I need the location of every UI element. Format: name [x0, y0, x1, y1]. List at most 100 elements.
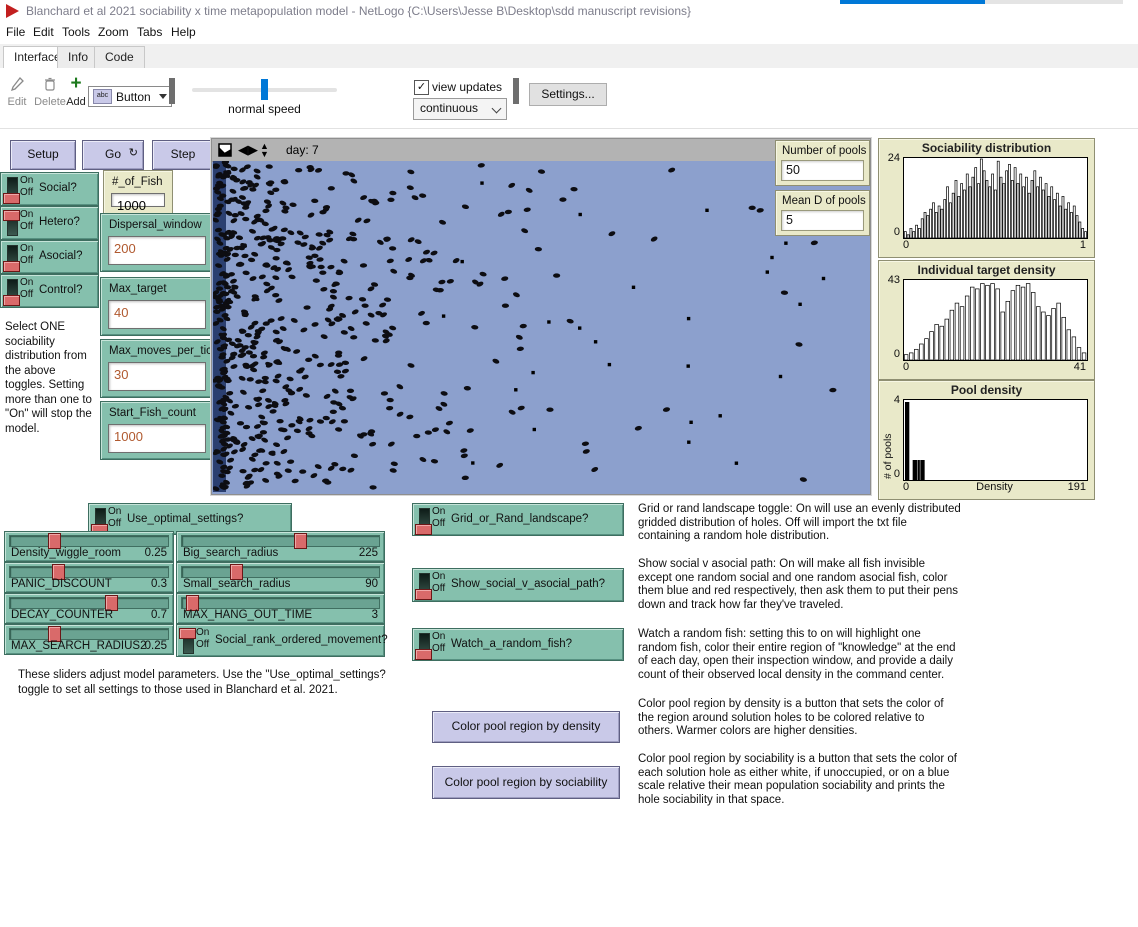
monitor-value: 50	[786, 163, 800, 177]
toggle-knob[interactable]	[3, 193, 20, 204]
top-progress-track	[985, 0, 1123, 4]
simulation-canvas[interactable]	[213, 161, 867, 492]
input-label: Start_Fish_count	[109, 407, 196, 419]
toggle-note: Select ONE sociability distribution from…	[5, 320, 97, 436]
view-resize-icon[interactable]	[218, 143, 232, 161]
slider-big-search-radius[interactable]: Big_search_radius225	[176, 531, 385, 562]
slider-density-wiggle-room[interactable]: Density_wiggle_room0.25	[4, 531, 174, 562]
toggle-knob[interactable]	[415, 524, 432, 535]
toggle-grid-or-rand-landscape[interactable]: OnOffGrid_or_Rand_landscape?	[412, 503, 624, 536]
color-pool-region-by-sociability-button[interactable]: Color pool region by sociability	[432, 766, 620, 799]
view-horizontal-cycle-icon[interactable]: ◀▶	[238, 142, 258, 158]
input-value: 1000	[117, 198, 146, 213]
tab-code[interactable]: Code	[94, 46, 145, 68]
slider-track[interactable]	[181, 535, 380, 547]
input-field[interactable]: 200	[108, 236, 206, 265]
slider-small-search-radius[interactable]: Small_search_radius90	[176, 562, 385, 593]
slider-value: 225	[359, 547, 378, 559]
input-field[interactable]: 1000	[108, 424, 206, 453]
sliders-note: These sliders adjust model parameters. U…	[18, 668, 408, 697]
settings-button[interactable]: Settings...	[529, 83, 607, 106]
monitor-value-box: 5	[781, 210, 864, 231]
input-dispersal-window[interactable]: Dispersal_window200	[100, 213, 214, 272]
menu-file[interactable]: File	[6, 25, 25, 39]
view-updates-checkbox[interactable]: ✓	[414, 80, 429, 95]
slider-value: 0.7	[151, 609, 167, 621]
toggle-knob[interactable]	[179, 628, 196, 639]
menu-help[interactable]: Help	[171, 25, 196, 39]
slider-max-hang-out-time[interactable]: MAX_HANG_OUT_TIME3	[176, 593, 385, 624]
toggle-label: Asocial?	[39, 250, 82, 262]
pencil-icon	[4, 76, 30, 94]
monitor-value-box: 50	[781, 160, 864, 181]
view-header: ◀▶ ▲▼ day: 7	[212, 139, 870, 162]
toggle-hetero[interactable]: OnOffHetero?	[0, 206, 99, 240]
toggle-knob[interactable]	[415, 649, 432, 660]
input-label: #_of_Fish	[112, 176, 163, 188]
tab-bar: Interface Info Code	[0, 44, 1138, 69]
toggle-label: Social_rank_ordered_movement?	[215, 634, 388, 646]
window-title: Blanchard et al 2021 sociability x time …	[26, 4, 691, 18]
input-number-of-fish[interactable]: #_of_Fish 1000	[103, 170, 173, 214]
toolbar-divider	[169, 78, 175, 104]
input-field[interactable]: 30	[108, 362, 206, 391]
slider-decay-counter[interactable]: DECAY_COUNTER0.7	[4, 593, 174, 624]
dropdown-arrow-icon	[159, 94, 167, 99]
slider-track[interactable]	[181, 597, 380, 609]
view-vertical-cycle-icon[interactable]: ▲▼	[260, 142, 269, 158]
slider-track[interactable]	[9, 597, 169, 609]
slider-max-search-radius2[interactable]: MAX_SEARCH_RADIUS20.25	[4, 624, 174, 655]
toggle-on-label: On	[432, 631, 445, 642]
slider-panic-discount[interactable]: PANIC_DISCOUNT0.3	[4, 562, 174, 593]
toggle-knob[interactable]	[3, 295, 20, 306]
toggle-knob[interactable]	[415, 589, 432, 600]
toggle-show-social-v-asocial-path[interactable]: OnOffShow_social_v_asocial_path?	[412, 568, 624, 602]
input-max-target[interactable]: Max_target40	[100, 277, 214, 336]
monitor-mean-d-of-pools: Mean D of pools5	[775, 190, 870, 236]
toggle-on-label: On	[20, 175, 33, 186]
widget-type-dropdown[interactable]: abc Button	[88, 86, 172, 107]
toggle-off-label: Off	[20, 221, 33, 232]
toggle-label: Use_optimal_settings?	[127, 513, 243, 525]
toggle-off-label: Off	[196, 639, 209, 650]
setup-button[interactable]: Setup	[10, 140, 76, 170]
slider-track[interactable]	[181, 566, 380, 578]
edit-tool[interactable]: Edit	[4, 76, 30, 108]
toggle-control[interactable]: OnOffControl?	[0, 274, 99, 308]
view-updates-label: view updates	[432, 80, 502, 94]
input-start-fish-count[interactable]: Start_Fish_count 1000	[100, 401, 214, 460]
toggle-on-label: On	[196, 627, 209, 638]
slider-knob[interactable]	[294, 533, 307, 549]
toggle-social-rank-ordered-movement[interactable]: OnOff Social_rank_ordered_movement?	[176, 624, 385, 657]
toggle-asocial[interactable]: OnOffAsocial?	[0, 240, 99, 274]
toggle-on-label: On	[108, 506, 121, 517]
input-field[interactable]: 40	[108, 300, 206, 329]
tab-info[interactable]: Info	[57, 46, 99, 68]
menu-edit[interactable]: Edit	[33, 25, 54, 39]
toggle-knob[interactable]	[3, 261, 20, 272]
add-tool[interactable]: + Add	[63, 76, 89, 108]
slider-value: 0.3	[151, 578, 167, 590]
input-max-moves-per-tick[interactable]: Max_moves_per_tick30	[100, 339, 214, 398]
monitor-value: 5	[786, 213, 793, 227]
color-pool-region-by-density-button[interactable]: Color pool region by density	[432, 711, 620, 743]
menu-zoom[interactable]: Zoom	[98, 25, 129, 39]
y-axis-min-label: 0	[879, 226, 900, 238]
world-view[interactable]: ◀▶ ▲▼ day: 7	[211, 138, 871, 495]
slider-track[interactable]	[9, 535, 169, 547]
slider-track[interactable]	[9, 566, 169, 578]
menu-tabs[interactable]: Tabs	[137, 25, 162, 39]
menu-tools[interactable]: Tools	[62, 25, 90, 39]
input-field[interactable]: 1000	[111, 193, 165, 207]
update-mode-dropdown[interactable]: continuous	[413, 98, 507, 120]
toggle-knob[interactable]	[3, 210, 20, 221]
go-button[interactable]: Go ↻	[82, 140, 144, 170]
slider-value: 90	[365, 578, 378, 590]
toggle-social[interactable]: OnOffSocial?	[0, 172, 99, 206]
slider-track[interactable]	[9, 628, 169, 640]
slider-value: 3	[372, 609, 378, 621]
step-button[interactable]: Step	[152, 140, 214, 170]
speed-slider-thumb[interactable]	[261, 79, 268, 100]
speed-label: normal speed	[192, 102, 337, 116]
toggle-watch-a-random-fish[interactable]: OnOffWatch_a_random_fish?	[412, 628, 624, 661]
